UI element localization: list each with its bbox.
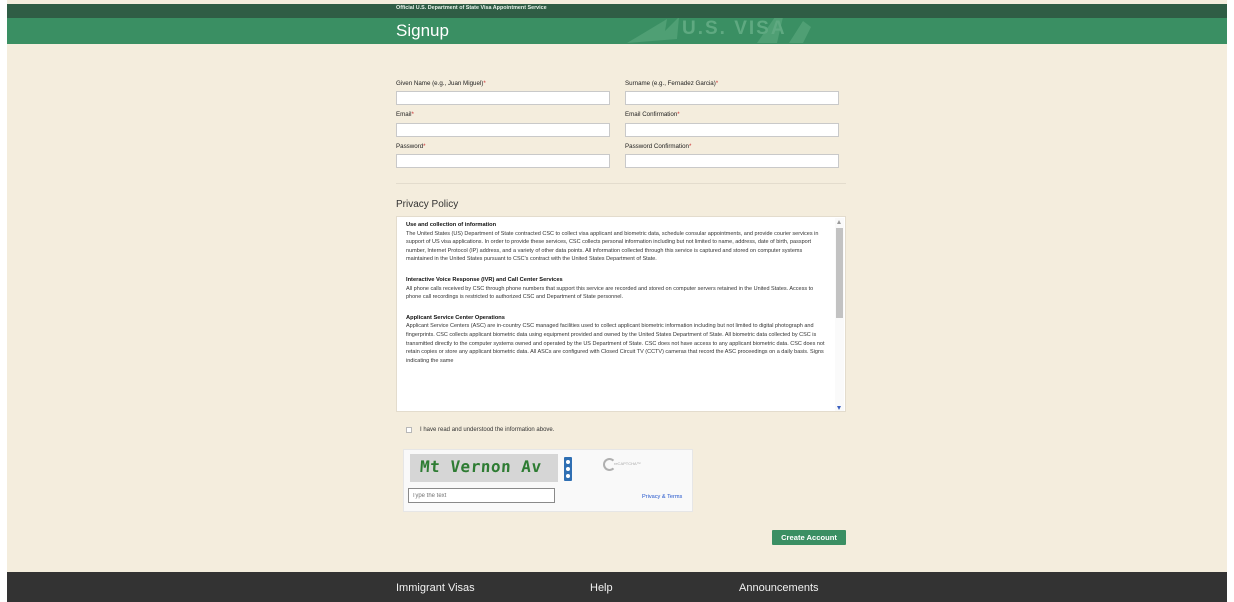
captcha-widget: Mt Vernon Av reCAPTCHA™ Privacy & Terms (403, 449, 693, 512)
recaptcha-logo-icon: reCAPTCHA™ (603, 457, 643, 473)
page-title: Signup (396, 21, 449, 40)
email-confirmation-input[interactable] (625, 123, 839, 137)
privacy-policy-box[interactable]: Use and collection of information The Un… (396, 216, 846, 412)
captcha-image: Mt Vernon Av (410, 454, 558, 482)
required-marker: * (677, 111, 680, 118)
footer-link-immigrant-visas[interactable]: Immigrant Visas (396, 581, 475, 595)
scroll-thumb[interactable] (836, 228, 843, 318)
policy-heading: Interactive Voice Response (IVR) and Cal… (406, 276, 563, 283)
us-visa-watermark: U.S. VISA (607, 18, 837, 44)
surname-label: Surname (e.g., Fernadez Garcia)* (625, 79, 718, 88)
given-name-label: Given Name (e.g., Juan Miguel)* (396, 79, 486, 88)
audio-icon[interactable] (566, 467, 570, 471)
official-service-text: Official U.S. Department of State Visa A… (396, 5, 547, 11)
password-confirmation-label: Password Confirmation* (625, 142, 691, 151)
email-label-text: Email (396, 111, 412, 118)
surname-label-text: Surname (e.g., Fernadez Garcia) (625, 80, 716, 87)
create-account-button[interactable]: Create Account (772, 530, 846, 545)
footer-link-help[interactable]: Help (590, 581, 613, 595)
password-confirmation-input[interactable] (625, 154, 839, 168)
required-marker: * (411, 111, 414, 118)
policy-paragraph: All phone calls received by CSC through … (406, 285, 814, 301)
policy-paragraph: The United States (US) Department of Sta… (406, 230, 819, 263)
footer-link-announcements[interactable]: Announcements (739, 581, 819, 595)
privacy-policy-content: Use and collection of information The Un… (406, 221, 826, 377)
form-divider (396, 183, 846, 184)
password-confirmation-label-text: Password Confirmation (625, 143, 689, 150)
given-name-label-text: Given Name (e.g., Juan Miguel) (396, 80, 484, 87)
surname-input[interactable] (625, 91, 839, 105)
page-frame: Official U.S. Department of State Visa A… (7, 0, 1227, 602)
required-marker: * (423, 143, 426, 150)
policy-heading: Applicant Service Center Operations (406, 314, 505, 321)
password-input[interactable] (396, 154, 610, 168)
required-marker: * (688, 143, 692, 150)
scroll-down-icon[interactable] (837, 406, 841, 410)
email-label: Email* (396, 110, 414, 119)
recaptcha-logo-text: reCAPTCHA™ (614, 461, 641, 466)
policy-paragraph: Applicant Service Centers (ASC) are in-c… (406, 323, 825, 364)
email-input[interactable] (396, 123, 610, 137)
captcha-tools-icon[interactable] (564, 457, 572, 481)
acknowledge-label: I have read and understood the informati… (420, 427, 555, 433)
watermark-text: U.S. VISA (682, 18, 787, 39)
password-label-text: Password (396, 143, 424, 150)
required-marker: * (715, 80, 719, 87)
policy-scrollbar[interactable] (835, 218, 844, 411)
header-banner: Signup U.S. VISA (7, 18, 1227, 44)
given-name-input[interactable] (396, 91, 610, 105)
captcha-privacy-link[interactable]: Privacy & Terms (642, 493, 682, 501)
email-confirmation-label-text: Email Confirmation (625, 111, 678, 118)
help-icon[interactable] (566, 474, 570, 478)
privacy-policy-title: Privacy Policy (396, 199, 459, 210)
email-confirmation-label: Email Confirmation* (625, 110, 680, 119)
required-marker: * (483, 80, 486, 87)
acknowledge-checkbox[interactable] (406, 427, 412, 433)
footer: Immigrant Visas Help Announcements (7, 572, 1227, 602)
top-bar (7, 4, 1227, 18)
scroll-up-icon[interactable] (837, 220, 841, 224)
captcha-challenge-text: Mt Vernon Av (419, 457, 543, 476)
password-label: Password* (396, 142, 426, 151)
refresh-icon[interactable] (566, 460, 570, 464)
policy-heading: Use and collection of information (406, 222, 497, 228)
captcha-input[interactable] (408, 488, 555, 503)
